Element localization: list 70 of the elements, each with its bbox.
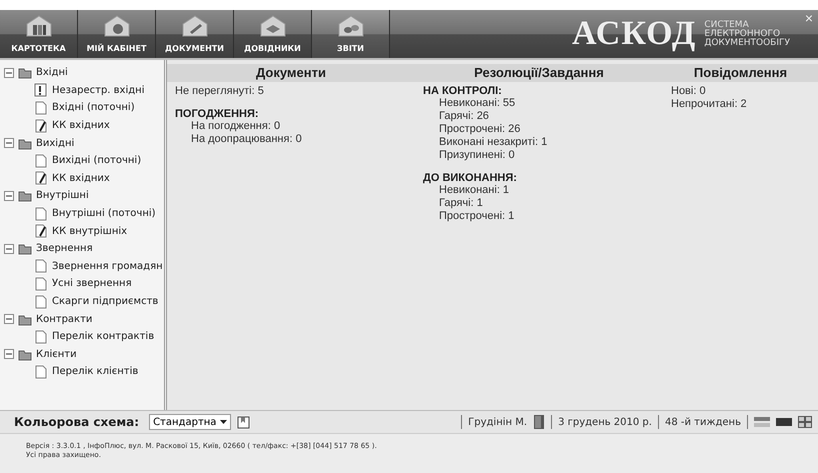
collapse-toggle[interactable] (4, 190, 14, 201)
collapse-toggle[interactable] (4, 138, 14, 148)
tree-item[interactable]: Внутрішні (36, 190, 89, 202)
logo-tagline: СИСТЕМА (704, 20, 749, 30)
week-text: 48 -й тиждень (664, 416, 741, 428)
document-pen-icon (34, 118, 48, 133)
count-text: Нові: 0 (671, 85, 707, 98)
date-text: 3 грудень 2010 р. (558, 416, 652, 428)
document-pen-icon (34, 171, 48, 186)
document-icon (34, 276, 48, 291)
document-icon (34, 154, 48, 168)
caret-icon (220, 420, 228, 424)
tree-item[interactable]: Скарги підприємств (52, 296, 158, 308)
warning-icon (34, 83, 48, 98)
tree-item[interactable]: КК вхідних (52, 120, 110, 132)
count-text: Не переглянуті: 5 (175, 85, 265, 98)
logo-text: АСКОД (572, 15, 696, 53)
logo-tagline: ЕЛЕКТРОННОГО (704, 30, 780, 38)
count-text: Невиконані: 1 (438, 184, 510, 197)
count-text: Прострочені: 26 (438, 123, 522, 136)
column-heading: Документи (167, 64, 415, 82)
collapse-toggle[interactable] (4, 349, 14, 360)
count-text: На доопрацювання: 0 (190, 133, 303, 146)
document-icon (34, 330, 48, 344)
tree-item[interactable]: КК внутрішніх (52, 226, 128, 237)
count-text: Призупинені: 0 (438, 149, 516, 162)
tree-item[interactable]: Перелік клієнтів (52, 366, 138, 378)
section-heading: НА КОНТРОЛІ: (423, 85, 503, 97)
logo-tagline: ДОКУМЕНТООБІГУ (704, 38, 790, 48)
count-text: Виконані незакриті: 1 (438, 136, 548, 149)
tree-item[interactable]: Вхідні (поточні) (52, 102, 135, 114)
document-icon (34, 294, 48, 309)
layout-rows-icon[interactable] (754, 417, 770, 427)
tree-item[interactable]: Вхідні (36, 67, 68, 78)
section-heading: ДО ВИКОНАННЯ: (423, 172, 518, 184)
tree-item[interactable]: Вихідні (36, 138, 74, 149)
count-text: Непрочитані: 2 (671, 98, 748, 111)
tree-item[interactable]: Внутрішні (поточні) (52, 208, 156, 220)
collapse-toggle[interactable] (4, 244, 14, 254)
tree-item[interactable]: Звернення (36, 243, 93, 254)
column-heading: Повідомлення (663, 64, 818, 82)
document-pen-icon (34, 224, 48, 238)
count-text: Прострочені: 1 (438, 210, 516, 223)
door-icon[interactable] (533, 415, 546, 429)
count-text: На погодження: 0 (190, 120, 282, 133)
section-heading: ПОГОДЖЕННЯ: (175, 108, 260, 120)
layout-grid-icon[interactable] (798, 416, 812, 428)
scheme-label: Кольорова схема: (14, 415, 140, 429)
tree-item[interactable]: Усні звернення (52, 278, 132, 290)
tree-item[interactable]: Вихідні (поточні) (52, 155, 142, 166)
tree-item[interactable]: Контракти (36, 314, 92, 325)
tree-item[interactable]: Перелік контрактів (52, 331, 154, 342)
user-name: Грудінін М. (468, 416, 528, 428)
tree-item[interactable]: Звернення громадян (52, 260, 163, 272)
document-icon (34, 364, 48, 379)
document-icon (34, 259, 48, 274)
toolbar-button[interactable]: ЗВІТИ (312, 10, 390, 58)
tree-item[interactable]: Незарестр. вхідні (52, 84, 144, 96)
scheme-dropdown[interactable]: Стандартна (149, 414, 232, 430)
count-text: Гарячі: 26 (438, 110, 490, 123)
tree-item[interactable]: Клієнти (36, 348, 77, 360)
count-text: Невиконані: 55 (438, 97, 516, 110)
document-icon (34, 206, 48, 221)
collapse-toggle[interactable] (4, 68, 14, 78)
collapse-toggle[interactable] (4, 314, 14, 324)
column-heading: Резолюції/Завдання (415, 64, 663, 82)
book-icon[interactable] (237, 416, 250, 428)
tree-item[interactable]: КК вхідних (52, 172, 110, 184)
count-text: Гарячі: 1 (438, 197, 484, 210)
document-icon (34, 100, 48, 115)
